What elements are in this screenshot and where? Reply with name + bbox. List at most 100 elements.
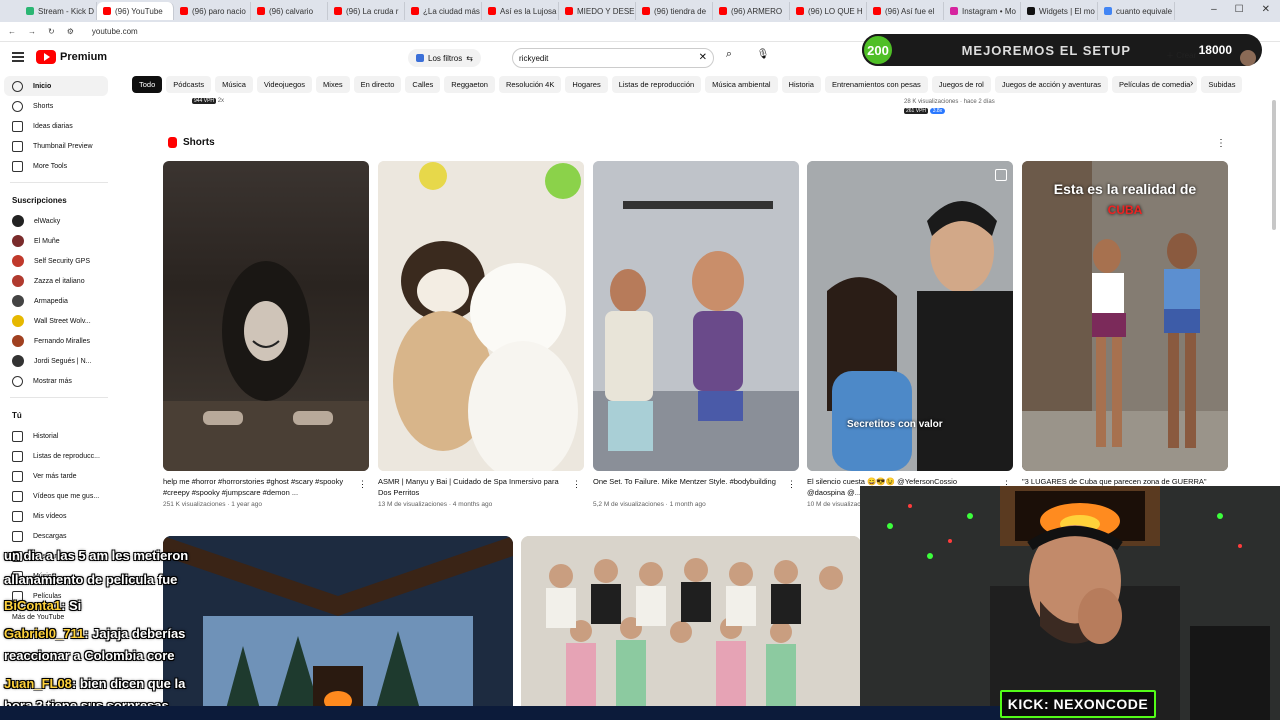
sidebar-item-subscription[interactable]: Fernando Miralles <box>0 331 118 351</box>
sidebar-item-subscription[interactable]: Armapedia <box>0 291 118 311</box>
filter-chip[interactable]: Música ambiental <box>705 76 778 93</box>
sidebar-item-you[interactable]: Listas de reproducc... <box>0 446 118 466</box>
browser-tab[interactable]: Instagram • Mo <box>944 2 1021 20</box>
sidebar-item-nav[interactable]: Thumbnail Preview <box>0 136 118 156</box>
minimize-icon[interactable]: – <box>1211 4 1217 15</box>
voice-search-button[interactable]: 🎙 <box>756 49 770 67</box>
sidebar-item-subscription[interactable]: Self Security GPS <box>0 251 118 271</box>
browser-tab[interactable]: Stream - Kick D <box>20 2 97 20</box>
sidebar-item-you[interactable]: Vídeos que me gus... <box>0 486 118 506</box>
filter-chip[interactable]: Listas de reproducción <box>611 76 702 93</box>
browser-tab[interactable]: MIEDO Y DESE <box>559 2 636 20</box>
filter-chip[interactable]: Historia <box>781 76 821 93</box>
filter-chip[interactable]: Subidas <box>1201 76 1243 93</box>
sidebar-item-explore[interactable]: Música <box>0 566 118 586</box>
browser-tab[interactable]: cuanto equivale <box>1098 2 1175 20</box>
short-thumbnail[interactable] <box>378 161 584 471</box>
browser-tab[interactable]: Así es la Lujosa <box>482 2 559 20</box>
filter-chip[interactable]: Entrenamientos con pesas <box>824 76 928 93</box>
short-menu-icon[interactable]: ⋮ <box>572 479 581 490</box>
short-thumbnail[interactable]: Secretitos con valor <box>807 161 1013 471</box>
url-field[interactable]: youtube.com <box>92 27 138 36</box>
short-title[interactable]: help me #horror #horrorstories #ghost #s… <box>163 476 348 498</box>
short-thumbnail[interactable] <box>593 161 799 471</box>
browser-tab[interactable]: (96) paro nacio <box>174 2 251 20</box>
sidebar-item-subscription[interactable]: elWacky <box>0 211 118 231</box>
channel-avatar <box>12 295 24 307</box>
more-options-icon[interactable]: ⋮ <box>1216 138 1226 149</box>
youtube-logo[interactable]: Premium <box>36 50 107 64</box>
chevron-right-icon[interactable]: › <box>1190 78 1193 89</box>
browser-tab[interactable]: (96) ARMERO <box>713 2 790 20</box>
browser-tab[interactable]: (96) La cruda r <box>328 2 405 20</box>
sidebar-item-explore[interactable]: Películas <box>0 586 118 606</box>
browser-tab[interactable]: (96) calvario <box>251 2 328 20</box>
forward-icon[interactable]: → <box>28 27 36 36</box>
filter-chip[interactable]: En directo <box>353 76 402 93</box>
short-menu-icon[interactable]: ⋮ <box>787 479 796 490</box>
reload-icon[interactable]: ↻ <box>48 27 55 36</box>
back-icon[interactable]: ← <box>8 27 16 36</box>
save-icon[interactable] <box>995 169 1007 181</box>
short-title[interactable]: One Set. To Failure. Mike Mentzer Style.… <box>593 476 778 487</box>
site-info-icon[interactable]: ⚙ <box>67 27 74 36</box>
browser-tab[interactable]: ¿La ciudad más <box>405 2 482 20</box>
close-window-icon[interactable]: ✕ <box>1262 4 1270 15</box>
menu-icon[interactable] <box>12 52 24 62</box>
account-avatar[interactable] <box>1240 50 1256 66</box>
filter-chip[interactable]: Videojuegos <box>256 76 313 93</box>
filter-chip[interactable]: Juegos de acción y aventuras <box>994 76 1109 93</box>
sidebar-item-you[interactable]: Historial <box>0 426 118 446</box>
home-icon <box>12 80 23 92</box>
filter-chip[interactable]: Reggaeton <box>444 76 495 93</box>
sidebar-item-home[interactable]: Inicio <box>4 76 108 96</box>
search-button[interactable]: ⌕ <box>720 48 738 68</box>
short-thumbnail[interactable] <box>163 161 369 471</box>
tab-title: (96) YouTube <box>115 6 163 16</box>
sidebar-item-you[interactable]: Mostrar más <box>0 546 118 566</box>
maximize-icon[interactable]: ☐ <box>1235 4 1244 15</box>
sidebar-item-label: Películas <box>33 592 62 600</box>
window-controls[interactable]: – ☐ ✕ <box>1211 4 1270 15</box>
create-button[interactable]: ＋ Crear <box>1166 50 1196 61</box>
short-thumbnail[interactable]: Esta es la realidad de CUBA <box>1022 161 1228 471</box>
clear-search-icon[interactable]: ✕ <box>699 52 707 63</box>
sidebar-item-subscription[interactable]: Zazza el italiano <box>0 271 118 291</box>
filter-chip[interactable]: Juegos de rol <box>931 76 991 93</box>
sidebar-item-you[interactable]: Mis vídeos <box>0 506 118 526</box>
you-heading[interactable]: Tú <box>0 404 118 426</box>
sidebar-item-subscription[interactable]: El Muñe <box>0 231 118 251</box>
sidebar-item-subscription[interactable]: Jordi Segués | N... <box>0 351 118 371</box>
browser-tab[interactable]: (96) YouTube <box>97 2 174 20</box>
filter-chip[interactable]: Mixes <box>316 76 350 93</box>
video-thumbnail[interactable] <box>163 536 513 720</box>
filter-chip[interactable]: Calles <box>405 76 441 93</box>
channel-avatar <box>12 355 24 367</box>
sidebar-item-you[interactable]: Ver más tarde <box>0 466 118 486</box>
browser-tab[interactable]: (96) Así fue el <box>867 2 944 20</box>
sidebar-item-nav[interactable]: More Tools <box>0 156 118 176</box>
filter-chip[interactable]: Todo <box>132 76 163 93</box>
sidebar-item-you[interactable]: Descargas <box>0 526 118 546</box>
show-more-button[interactable]: Mostrar más <box>0 371 118 391</box>
video-thumbnail[interactable] <box>521 536 861 720</box>
filter-chip[interactable]: Películas de comedia <box>1112 76 1198 93</box>
browser-tab[interactable]: Widgets | El mo <box>1021 2 1098 20</box>
scrollbar[interactable] <box>1272 100 1276 230</box>
browser-tab[interactable]: (96) tiendra de <box>636 2 713 20</box>
sidebar-item-nav[interactable]: Ideas diarias <box>0 116 118 136</box>
subscriptions-heading[interactable]: Suscripciones <box>0 189 118 211</box>
search-input[interactable]: rickyedit ✕ <box>512 48 714 68</box>
filter-chip[interactable]: Música <box>215 76 253 93</box>
filters-button[interactable]: Los filtros ⇆ <box>408 49 481 67</box>
filter-chip[interactable]: Hogares <box>565 76 608 93</box>
sidebar-item-subscription[interactable]: Wall Street Wolv... <box>0 311 118 331</box>
filter-chip[interactable]: Pódcasts <box>166 76 212 93</box>
browser-tab[interactable]: (96) LO QUE H <box>790 2 867 20</box>
tab-title: (96) calvario <box>269 6 314 16</box>
tab-favicon-icon <box>642 7 650 15</box>
sidebar-item-nav[interactable]: Shorts <box>0 96 118 116</box>
short-menu-icon[interactable]: ⋮ <box>358 479 367 490</box>
short-title[interactable]: ASMR | Manyu y Bai | Cuidado de Spa Inme… <box>378 476 563 498</box>
filter-chip[interactable]: Resolución 4K <box>498 76 562 93</box>
